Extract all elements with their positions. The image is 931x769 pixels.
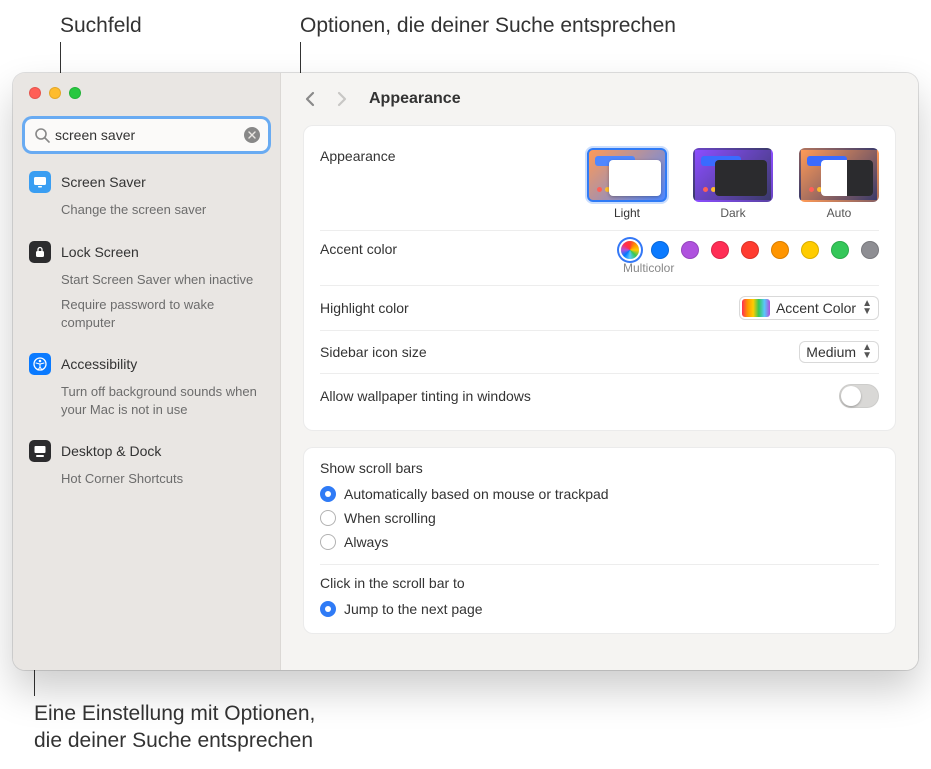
appearance-option-light[interactable]: Light (587, 148, 667, 220)
window-controls (13, 73, 280, 107)
result-title: Screen Saver (61, 174, 146, 190)
main-panel: Appearance Appearance Light Dark Auto Acce… (281, 73, 918, 670)
result-group: Screen Saver Change the screen saver (19, 167, 274, 223)
page-title: Appearance (369, 90, 461, 108)
result-head[interactable]: Accessibility (19, 349, 274, 379)
accent-color-orange[interactable] (771, 241, 789, 259)
appearance-option-auto[interactable]: Auto (799, 148, 879, 220)
accent-color-red[interactable] (741, 241, 759, 259)
result-sub[interactable]: Start Screen Saver when inactive (19, 267, 274, 293)
zoom-icon[interactable] (69, 87, 81, 99)
radio-icon (320, 534, 336, 550)
search-wrap (25, 119, 268, 151)
result-title: Accessibility (61, 356, 137, 372)
highlight-label: Highlight color (320, 300, 409, 316)
sidebar-icon-size-value: Medium (806, 344, 856, 360)
search-results: Screen Saver Change the screen saver Lock … (13, 161, 280, 670)
appearance-thumbs: Light Dark Auto (587, 148, 879, 220)
accent-color-blue[interactable] (651, 241, 669, 259)
accent-colors (621, 241, 879, 259)
desktop-icon (29, 440, 51, 462)
result-sub[interactable]: Require password to wake computer (19, 292, 274, 335)
sidebar-icon-size-label: Sidebar icon size (320, 344, 427, 360)
appearance-option-label: Dark (693, 206, 773, 220)
highlight-color-select[interactable]: Accent Color ▲▼ (739, 296, 879, 320)
radio-icon (320, 510, 336, 526)
radio-label: Always (344, 534, 388, 550)
close-icon[interactable] (29, 87, 41, 99)
minimize-icon[interactable] (49, 87, 61, 99)
back-button[interactable] (299, 84, 321, 114)
lock-icon (29, 241, 51, 263)
appearance-label: Appearance (320, 148, 396, 164)
wallpaper-tint-toggle[interactable] (839, 384, 879, 408)
accent-color-purple[interactable] (681, 241, 699, 259)
search-input[interactable] (25, 119, 268, 151)
content: Appearance Light Dark Auto Accent color Mu… (281, 125, 918, 668)
appearance-option-label: Auto (799, 206, 879, 220)
forward-button[interactable] (331, 84, 353, 114)
search-icon (34, 127, 50, 143)
highlight-value: Accent Color (776, 300, 856, 316)
chevron-updown-icon: ▲▼ (862, 344, 872, 360)
appearance-thumb-icon (587, 148, 667, 202)
accessibility-icon (29, 353, 51, 375)
radio-icon (320, 601, 336, 617)
accent-label: Accent color (320, 241, 397, 257)
scrollclick-title: Click in the scroll bar to (320, 575, 879, 591)
appearance-card: Appearance Light Dark Auto Accent color Mu… (303, 125, 896, 431)
callout-matching-options: Optionen, die deiner Suche entsprechen (300, 12, 676, 39)
appearance-option-dark[interactable]: Dark (693, 148, 773, 220)
clear-search-button[interactable] (244, 127, 260, 143)
result-sub[interactable]: Hot Corner Shortcuts (19, 466, 274, 492)
result-group: Accessibility Turn off background sounds … (19, 349, 274, 422)
scrollclick-option[interactable]: Jump to the next page (320, 597, 879, 621)
accent-color-green[interactable] (831, 241, 849, 259)
screensaver-icon (29, 171, 51, 193)
result-head[interactable]: Desktop & Dock (19, 436, 274, 466)
sidebar-icon-size-select[interactable]: Medium ▲▼ (799, 341, 879, 363)
accent-color-graphite[interactable] (861, 241, 879, 259)
result-title: Desktop & Dock (61, 443, 161, 459)
radio-label: Jump to the next page (344, 601, 483, 617)
scroll-card: Show scroll bars Automatically based on … (303, 447, 896, 634)
wallpaper-tint-label: Allow wallpaper tinting in windows (320, 388, 531, 404)
scrollclick-section: Click in the scroll bar to Jump to the n… (320, 564, 879, 621)
scrollbars-option[interactable]: Automatically based on mouse or trackpad (320, 482, 879, 506)
accent-color-pink[interactable] (711, 241, 729, 259)
appearance-thumb-icon (799, 148, 879, 202)
chevron-updown-icon: ▲▼ (862, 300, 872, 316)
accent-selected-label: Multicolor (623, 261, 879, 275)
scrollbars-title: Show scroll bars (320, 460, 879, 476)
scrollbars-section: Show scroll bars Automatically based on … (320, 460, 879, 554)
scrollclick-options: Jump to the next page (320, 595, 879, 621)
appearance-option-label: Light (587, 206, 667, 220)
result-title: Lock Screen (61, 244, 139, 260)
result-head[interactable]: Lock Screen (19, 237, 274, 267)
radio-label: When scrolling (344, 510, 436, 526)
result-head[interactable]: Screen Saver (19, 167, 274, 197)
sidebar: Screen Saver Change the screen saver Lock … (13, 73, 281, 670)
accent-color-yellow[interactable] (801, 241, 819, 259)
accent-color-multicolor[interactable] (621, 241, 639, 259)
callout-searchfield: Suchfeld (60, 12, 142, 39)
scrollbars-option[interactable]: When scrolling (320, 506, 879, 530)
highlight-swatch-icon (742, 299, 770, 317)
settings-window: Screen Saver Change the screen saver Lock … (13, 73, 918, 670)
appearance-thumb-icon (693, 148, 773, 202)
radio-label: Automatically based on mouse or trackpad (344, 486, 609, 502)
result-group: Lock Screen Start Screen Saver when inact… (19, 237, 274, 336)
result-group: Desktop & Dock Hot Corner Shortcuts (19, 436, 274, 492)
result-sub[interactable]: Turn off background sounds when your Mac… (19, 379, 274, 422)
scrollbars-options: Automatically based on mouse or trackpad… (320, 480, 879, 554)
toolbar: Appearance (281, 73, 918, 125)
result-sub[interactable]: Change the screen saver (19, 197, 274, 223)
scrollbars-option[interactable]: Always (320, 530, 879, 554)
radio-icon (320, 486, 336, 502)
callout-setting-with-options: Eine Einstellung mit Optionen, die deine… (34, 700, 315, 755)
